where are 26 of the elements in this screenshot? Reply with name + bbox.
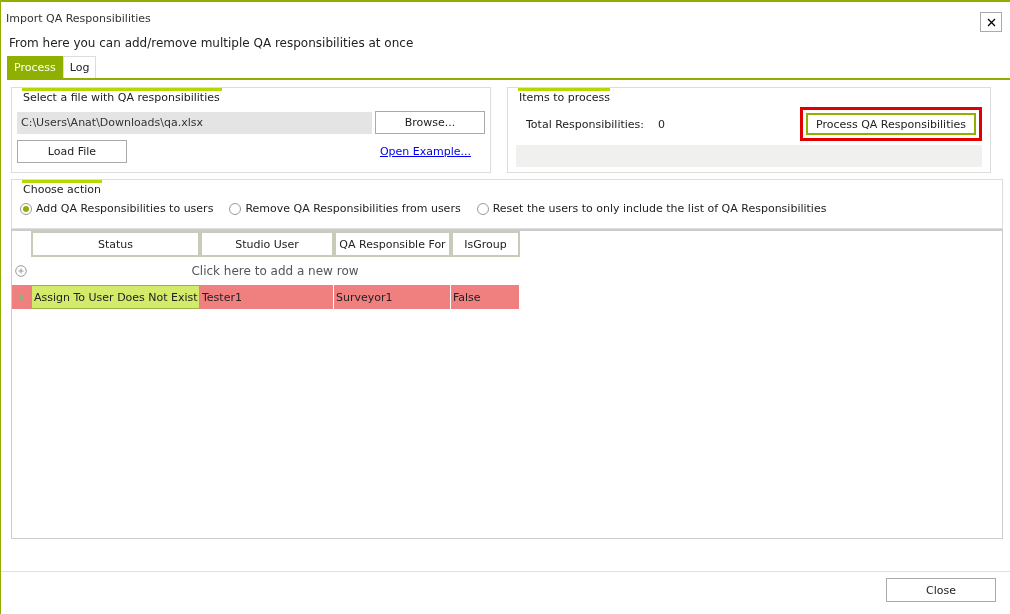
- current-row-icon: [18, 292, 25, 302]
- new-row-text: Click here to add a new row: [190, 264, 360, 278]
- column-header[interactable]: Studio User: [200, 231, 334, 257]
- column-header[interactable]: Status: [31, 231, 200, 257]
- close-button[interactable]: Close: [886, 578, 996, 602]
- process-button[interactable]: Process QA Responsibilities: [805, 113, 976, 135]
- tab[interactable]: Log: [62, 56, 97, 78]
- file-path-field[interactable]: C:\Users\Anat\Downloads\qa.xlsx: [17, 111, 372, 134]
- new-row[interactable]: Click here to add a new row: [12, 257, 523, 285]
- table-cell: Surveyor1: [334, 285, 451, 309]
- open-example-link[interactable]: Open Example...: [379, 145, 471, 158]
- total-value: 0: [658, 117, 667, 131]
- table-cell: False: [451, 285, 520, 309]
- table-cell: Tester1: [200, 285, 334, 309]
- add-icon: [15, 265, 27, 277]
- subtitle-text: From here you can add/remove multiple QA responsibilities at once: [8, 35, 415, 50]
- column-header[interactable]: QA Responsible For: [334, 231, 451, 257]
- table-row[interactable]: Assign To User Does Not Exist Tester1 Surveyor1 False: [12, 285, 520, 309]
- window-title: Import QA Responsibilities: [6, 11, 151, 25]
- total-label: Total Responsibilities:: [526, 117, 645, 131]
- table-cell: Assign To User Does Not Exist: [31, 285, 200, 309]
- close-icon: [986, 17, 996, 27]
- column-header[interactable]: IsGroup: [451, 231, 520, 257]
- load-file-button[interactable]: Load File: [17, 140, 127, 163]
- browse-button[interactable]: Browse...: [375, 111, 485, 134]
- close-button[interactable]: [980, 12, 1002, 32]
